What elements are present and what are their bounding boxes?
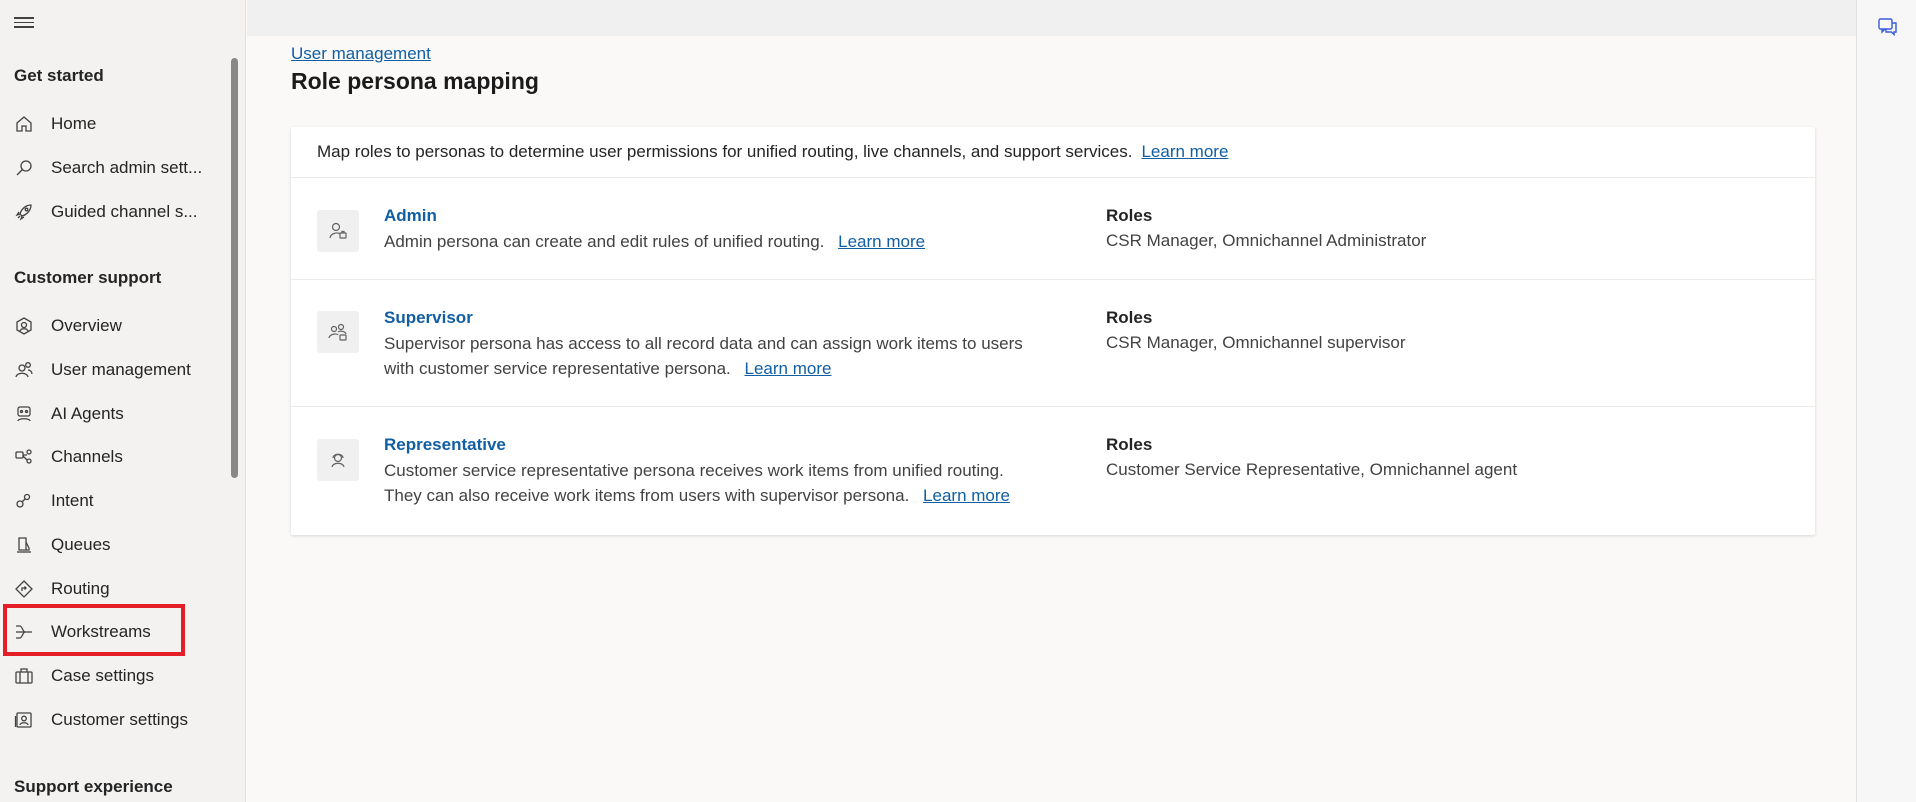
persona-row-admin: Admin Admin persona can create and edit …	[291, 178, 1815, 280]
sidebar: Get started Home Search admin sett... Gu…	[0, 0, 246, 802]
chat-feedback-icon[interactable]	[1877, 16, 1899, 38]
page-title: Role persona mapping	[291, 68, 539, 94]
bot-icon	[14, 404, 34, 424]
persona-description-text: Admin persona can create and edit rules …	[384, 232, 825, 251]
breadcrumb-user-management[interactable]: User management	[291, 44, 431, 64]
roles-label-supervisor: Roles	[1106, 308, 1153, 327]
intro-learn-more-link[interactable]: Learn more	[1141, 142, 1228, 162]
roles-value-supervisor: CSR Manager, Omnichannel supervisor	[1106, 333, 1406, 352]
sidebar-item-ai-agents[interactable]: AI Agents	[0, 394, 232, 434]
contact-card-icon	[14, 710, 34, 730]
overview-icon	[14, 316, 34, 336]
sidebar-item-label: Channels	[51, 447, 123, 466]
admin-persona-icon	[317, 210, 359, 252]
roles-label-admin: Roles	[1106, 206, 1153, 225]
sidebar-item-user-management[interactable]: User management	[0, 350, 232, 390]
persona-mapping-card: Map roles to personas to determine user …	[291, 127, 1815, 535]
sidebar-item-label: Home	[51, 114, 97, 133]
sidebar-item-queues[interactable]: Queues	[0, 525, 232, 565]
sidebar-item-label: Queues	[51, 535, 111, 554]
supervisor-learn-more-link[interactable]: Learn more	[745, 359, 832, 378]
sidebar-item-label: Guided channel s...	[51, 202, 198, 221]
hamburger-menu-icon[interactable]	[14, 14, 34, 34]
section-get-started: Get started	[14, 66, 104, 85]
intent-icon	[14, 491, 34, 511]
roles-label-representative: Roles	[1106, 435, 1153, 454]
queue-icon	[14, 535, 34, 555]
sidebar-item-workstreams[interactable]: Workstreams	[0, 612, 232, 652]
representative-learn-more-link[interactable]: Learn more	[923, 486, 1010, 505]
sidebar-item-customer-settings[interactable]: Customer settings	[0, 700, 232, 740]
intro-text: Map roles to personas to determine user …	[317, 142, 1133, 161]
section-customer-support: Customer support	[14, 268, 162, 287]
sidebar-item-label: Routing	[51, 579, 110, 598]
sidebar-item-label: Overview	[51, 316, 122, 335]
persona-row-supervisor: Supervisor Supervisor persona has access…	[291, 280, 1815, 407]
top-band	[247, 0, 1856, 36]
sidebar-item-intent[interactable]: Intent	[0, 481, 232, 521]
main-content: User management Role persona mapping Map…	[247, 36, 1856, 802]
sidebar-item-label: Customer settings	[51, 710, 188, 729]
card-intro: Map roles to personas to determine user …	[291, 127, 1815, 178]
sidebar-item-routing[interactable]: Routing	[0, 569, 232, 609]
persona-name-representative[interactable]: Representative	[384, 435, 506, 455]
admin-learn-more-link[interactable]: Learn more	[838, 232, 925, 251]
sidebar-item-search-admin-settings[interactable]: Search admin sett...	[0, 148, 232, 188]
sidebar-item-label: Search admin sett...	[51, 158, 203, 177]
persona-description-text: Customer service representative persona …	[384, 461, 1004, 505]
persona-description-text: Supervisor persona has access to all rec…	[384, 334, 1023, 378]
right-rail	[1856, 0, 1916, 802]
section-support-experience: Support experience	[14, 777, 173, 796]
persona-name-supervisor[interactable]: Supervisor	[384, 308, 473, 328]
sidebar-item-channels[interactable]: Channels	[0, 437, 232, 477]
sidebar-item-label: Case settings	[51, 666, 154, 685]
roles-value-representative: Customer Service Representative, Omnicha…	[1106, 460, 1518, 479]
sidebar-scrollbar[interactable]	[231, 58, 238, 478]
sidebar-item-overview[interactable]: Overview	[0, 306, 232, 346]
channels-icon	[14, 447, 34, 467]
representative-persona-icon	[317, 439, 359, 481]
supervisor-persona-icon	[317, 311, 359, 353]
sidebar-item-label: Workstreams	[51, 622, 151, 641]
sidebar-item-case-settings[interactable]: Case settings	[0, 656, 232, 696]
workstream-icon	[14, 622, 34, 642]
briefcase-icon	[14, 666, 34, 686]
sidebar-item-label: Intent	[51, 491, 94, 510]
routing-icon	[14, 579, 34, 599]
persona-name-admin[interactable]: Admin	[384, 206, 437, 226]
sidebar-item-label: AI Agents	[51, 404, 124, 423]
persona-description-admin: Admin persona can create and edit rules …	[384, 229, 1044, 254]
search-icon	[14, 158, 34, 178]
sidebar-item-guided-channel-setup[interactable]: Guided channel s...	[0, 192, 232, 232]
people-icon	[14, 360, 34, 380]
persona-row-representative: Representative Customer service represen…	[291, 407, 1815, 535]
roles-value-admin: CSR Manager, Omnichannel Administrator	[1106, 231, 1427, 250]
home-icon	[14, 114, 34, 134]
persona-description-supervisor: Supervisor persona has access to all rec…	[384, 331, 1044, 381]
sidebar-item-home[interactable]: Home	[0, 104, 232, 144]
rocket-icon	[14, 202, 34, 222]
sidebar-item-label: User management	[51, 360, 191, 379]
persona-description-representative: Customer service representative persona …	[384, 458, 1044, 508]
